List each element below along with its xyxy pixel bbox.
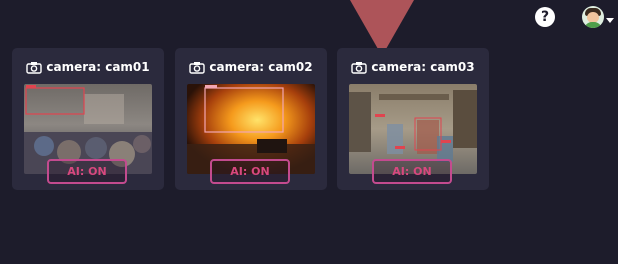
- camera-icon: [189, 61, 206, 74]
- camera-icon: [351, 61, 368, 74]
- camera-title: camera: cam01: [46, 60, 150, 74]
- ai-toggle-button[interactable]: AI: ON: [210, 159, 290, 184]
- camera-card-cam03[interactable]: camera: cam03 AI: ON: [337, 48, 489, 190]
- user-menu-button[interactable]: [582, 6, 616, 28]
- ai-toggle-button[interactable]: AI: ON: [372, 159, 452, 184]
- camera-title: camera: cam02: [209, 60, 313, 74]
- camera-icon: [26, 61, 43, 74]
- camera-card-cam01[interactable]: camera: cam01 AI: ON: [12, 48, 164, 190]
- camera-card-header: camera: cam03: [337, 58, 489, 76]
- camera-title: camera: cam03: [371, 60, 475, 74]
- camera-card-header: camera: cam01: [12, 58, 164, 76]
- help-icon[interactable]: ?: [535, 7, 555, 27]
- ai-toggle-button[interactable]: AI: ON: [47, 159, 127, 184]
- camera-card-cam02[interactable]: camera: cam02 AI: ON: [175, 48, 327, 190]
- camera-card-header: camera: cam02: [175, 58, 327, 76]
- avatar: [582, 6, 604, 28]
- chevron-down-icon: [606, 18, 614, 23]
